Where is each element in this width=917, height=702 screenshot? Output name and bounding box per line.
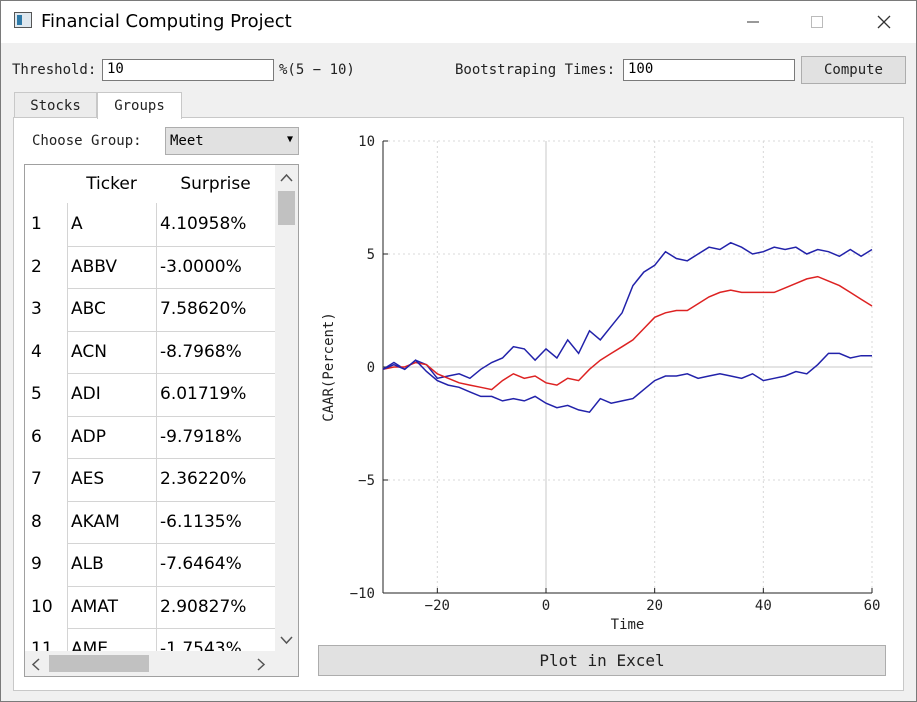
tab-stocks[interactable]: Stocks bbox=[14, 92, 97, 118]
surprise-cell[interactable]: 2.90827% bbox=[160, 586, 246, 628]
plot-in-excel-button[interactable]: Plot in Excel bbox=[318, 645, 886, 676]
surprise-cell[interactable]: 6.01719% bbox=[160, 373, 246, 415]
bootstrap-input[interactable]: 100 bbox=[623, 59, 795, 81]
ticker-cell[interactable]: A bbox=[71, 203, 83, 245]
scroll-down-icon[interactable] bbox=[280, 633, 293, 649]
tab-groups[interactable]: Groups bbox=[97, 92, 182, 119]
threshold-label: Threshold: bbox=[12, 62, 97, 78]
surprise-cell[interactable]: 4.10958% bbox=[160, 203, 246, 245]
ticker-cell[interactable]: ABBV bbox=[71, 246, 117, 288]
y-tick-label: 0 bbox=[367, 360, 375, 376]
surprise-cell[interactable]: 2.36220% bbox=[160, 458, 246, 500]
ticker-cell[interactable]: ACN bbox=[71, 331, 107, 373]
scroll-up-icon[interactable] bbox=[280, 170, 293, 186]
scroll-left-icon[interactable] bbox=[31, 658, 40, 675]
row-number[interactable]: 8 bbox=[25, 501, 67, 543]
bootstrap-label: Bootstraping Times: bbox=[455, 62, 616, 78]
compute-button[interactable]: Compute bbox=[801, 56, 906, 84]
threshold-input[interactable]: 10 bbox=[102, 59, 274, 81]
minimize-icon bbox=[747, 21, 759, 23]
ticker-cell[interactable]: ADP bbox=[71, 416, 106, 458]
minimize-button[interactable] bbox=[730, 1, 776, 43]
vertical-scrollbar[interactable] bbox=[275, 165, 298, 651]
surprise-cell[interactable]: -8.7968% bbox=[160, 331, 242, 373]
row-number[interactable]: 4 bbox=[25, 331, 67, 373]
x-tick-label: 0 bbox=[542, 598, 550, 614]
row-number[interactable]: 2 bbox=[25, 246, 67, 288]
horizontal-scroll-thumb[interactable] bbox=[49, 655, 149, 672]
ticker-cell[interactable]: AES bbox=[71, 458, 104, 500]
row-number[interactable]: 10 bbox=[25, 586, 67, 628]
ticker-table: Ticker Surprise 1 A 4.10958% 2 ABBV -3.0000% 3… bbox=[24, 164, 299, 677]
row-number[interactable]: 1 bbox=[25, 203, 67, 245]
y-axis-label: CAAR(Percent) bbox=[321, 312, 337, 422]
maximize-icon bbox=[811, 16, 823, 28]
ticker-cell[interactable]: ALB bbox=[71, 543, 104, 585]
column-header-ticker[interactable]: Ticker bbox=[67, 165, 156, 203]
close-button[interactable] bbox=[861, 1, 907, 43]
caar-chart: −20 0 20 40 60 −10 −5 0 5 10 Time CAAR(Percent) bbox=[321, 134, 881, 633]
close-icon bbox=[877, 15, 891, 29]
surprise-cell[interactable]: -7.6464% bbox=[160, 543, 242, 585]
column-divider bbox=[67, 203, 68, 651]
x-tick-label: −20 bbox=[425, 598, 450, 614]
surprise-cell[interactable]: -6.1135% bbox=[160, 501, 242, 543]
ticker-cell[interactable]: ADI bbox=[71, 373, 101, 415]
surprise-cell[interactable]: -9.7918% bbox=[160, 416, 242, 458]
maximize-button[interactable] bbox=[794, 1, 840, 43]
y-tick-label: −10 bbox=[350, 586, 375, 602]
threshold-range-hint: %(5 − 10) bbox=[279, 62, 355, 78]
vertical-scroll-thumb[interactable] bbox=[278, 191, 295, 225]
ticker-cell[interactable]: AKAM bbox=[71, 501, 120, 543]
surprise-cell[interactable]: -3.0000% bbox=[160, 246, 242, 288]
row-number[interactable]: 3 bbox=[25, 288, 67, 330]
app-window: Financial Computing Project Threshold: 1… bbox=[0, 0, 917, 702]
x-tick-label: 40 bbox=[755, 598, 772, 614]
title-bar[interactable]: Financial Computing Project bbox=[1, 1, 916, 43]
horizontal-scrollbar[interactable] bbox=[25, 651, 298, 676]
scroll-right-icon[interactable] bbox=[257, 658, 266, 675]
y-tick-label: 5 bbox=[367, 247, 375, 263]
y-tick-label: 10 bbox=[358, 134, 375, 150]
x-tick-label: 60 bbox=[864, 598, 881, 614]
ticker-cell[interactable]: AMAT bbox=[71, 586, 118, 628]
dropdown-arrow-icon: ▼ bbox=[286, 134, 293, 145]
column-header-surprise[interactable]: Surprise bbox=[156, 165, 275, 203]
x-axis-label: Time bbox=[611, 617, 645, 633]
row-number[interactable]: 7 bbox=[25, 458, 67, 500]
group-select[interactable]: Meet ▼ bbox=[165, 127, 299, 155]
choose-group-label: Choose Group: bbox=[32, 133, 142, 149]
app-icon bbox=[14, 12, 32, 28]
surprise-cell[interactable]: 7.58620% bbox=[160, 288, 246, 330]
row-number[interactable]: 6 bbox=[25, 416, 67, 458]
ticker-cell[interactable]: ABC bbox=[71, 288, 106, 330]
x-tick-label: 20 bbox=[646, 598, 663, 614]
window-title: Financial Computing Project bbox=[41, 11, 292, 32]
row-number[interactable]: 5 bbox=[25, 373, 67, 415]
row-number[interactable]: 9 bbox=[25, 543, 67, 585]
column-divider bbox=[156, 203, 157, 651]
group-select-value: Meet bbox=[170, 133, 204, 149]
y-tick-label: −5 bbox=[358, 473, 375, 489]
